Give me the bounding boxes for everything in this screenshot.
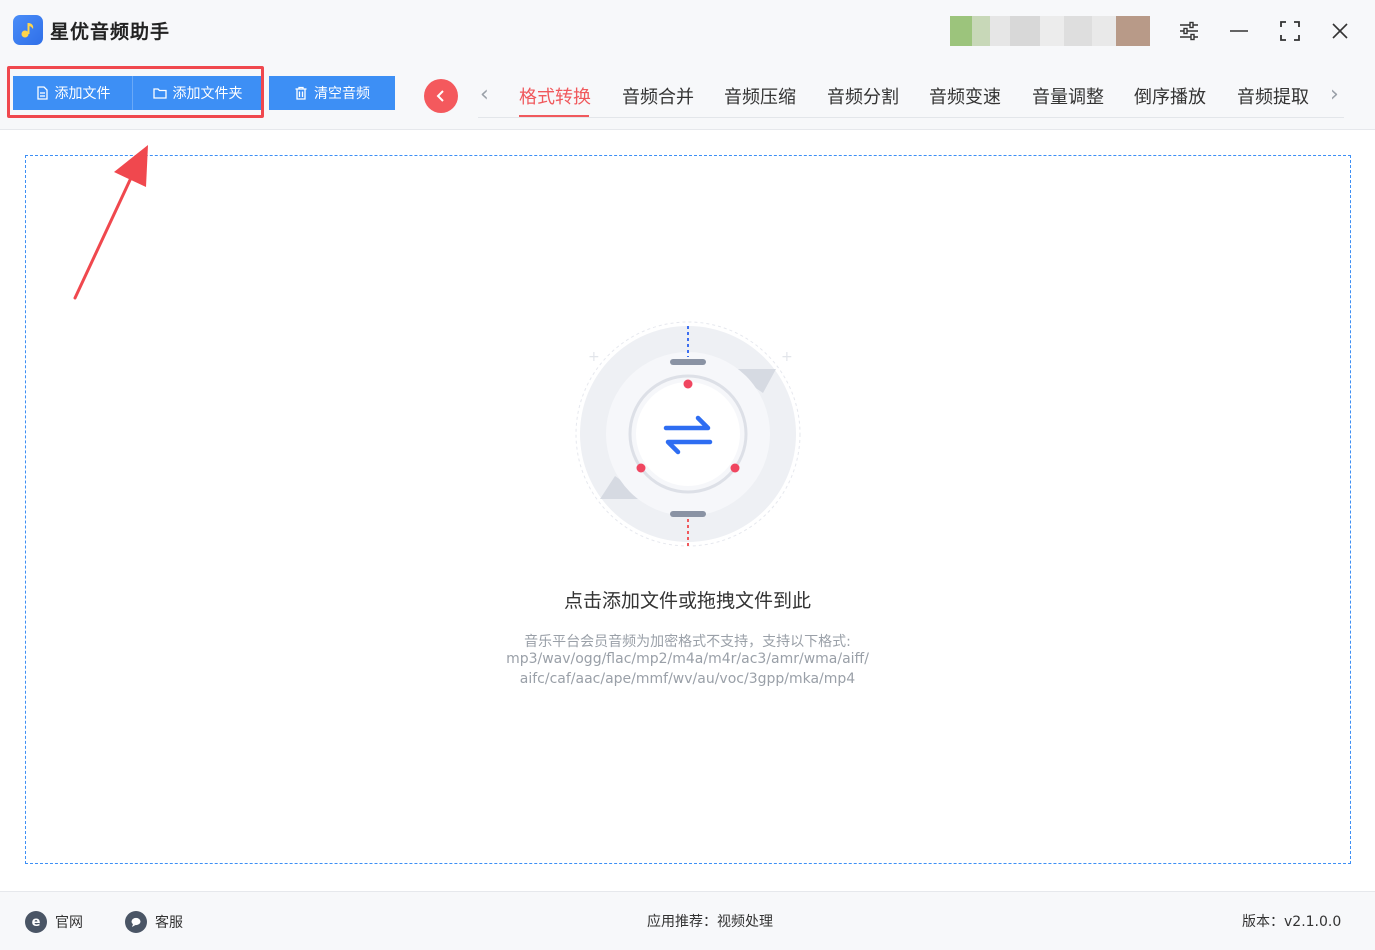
- user-avatar-blurred[interactable]: [950, 16, 1150, 46]
- tab-audio-merge[interactable]: 音频合并: [622, 83, 694, 109]
- settings-sliders-icon[interactable]: [1172, 14, 1206, 48]
- tab-scroll-left-icon[interactable]: ‹: [480, 82, 489, 107]
- app-logo-icon: [13, 15, 43, 45]
- tab-reverse-play[interactable]: 倒序播放: [1134, 83, 1206, 109]
- tab-scroll-right-icon[interactable]: ›: [1330, 82, 1339, 107]
- tab-volume-adjust[interactable]: 音量调整: [1032, 83, 1104, 109]
- tab-audio-extract[interactable]: 音频提取: [1237, 83, 1309, 109]
- support-link[interactable]: 客服: [125, 911, 183, 933]
- footer-bar: e 官网 客服 应用推荐： 视频处理 版本：v2.1.0.0: [0, 891, 1375, 950]
- chat-support-icon: [125, 911, 147, 933]
- supported-format-list-2: aifc/caf/aac/ape/mmf/wv/au/voc/3gpp/mka/…: [519, 671, 856, 687]
- clear-audio-button[interactable]: 清空音频: [269, 76, 395, 110]
- minimize-icon[interactable]: [1222, 14, 1256, 48]
- app-title: 星优音频助手: [50, 21, 171, 43]
- convert-illustration-icon: + +: [575, 321, 801, 547]
- website-label: 官网: [55, 915, 83, 931]
- supported-format-list-1: mp3/wav/ogg/flac/mp2/m4a/m4r/ac3/amr/wma…: [506, 651, 869, 667]
- tab-audio-compress[interactable]: 音频压缩: [724, 83, 796, 109]
- support-label: 客服: [155, 915, 183, 931]
- version-label: 版本：v2.1.0.0: [1242, 914, 1342, 930]
- drop-zone-title: 点击添加文件或拖拽文件到此: [563, 590, 811, 612]
- ie-website-icon: e: [25, 911, 47, 933]
- title-bar: 星优音频助手: [0, 0, 1375, 62]
- svg-text:+: +: [781, 349, 793, 365]
- close-icon[interactable]: [1323, 14, 1357, 48]
- collapse-chevron-left-icon[interactable]: [424, 79, 458, 113]
- highlight-annotation-box: [7, 66, 264, 118]
- maximize-icon[interactable]: [1273, 14, 1307, 48]
- clear-audio-label: 清空音频: [314, 86, 370, 102]
- annotation-arrow-icon: [73, 145, 148, 300]
- svg-text:+: +: [588, 349, 600, 365]
- supported-format-note: 音乐平台会员音频为加密格式不支持，支持以下格式:: [524, 634, 851, 650]
- trash-icon: [295, 86, 307, 100]
- function-tabs: ‹ 格式转换 音频合并 音频压缩 音频分割 音频变速 音量调整 倒序播放 音频提…: [478, 76, 1344, 118]
- version-info: 版本：v2.1.0.0: [1242, 911, 1341, 931]
- tab-audio-split[interactable]: 音频分割: [827, 83, 899, 109]
- tab-audio-speed[interactable]: 音频变速: [929, 83, 1001, 109]
- tab-format-convert[interactable]: 格式转换: [519, 83, 591, 109]
- recommend-video-link[interactable]: 视频处理: [717, 911, 773, 931]
- recommend-label: 应用推荐：: [647, 914, 717, 930]
- main-area: + + 点击添加文件或拖拽文件到此 音乐平台会员音频为加密格式不支持，支持以下格…: [0, 131, 1375, 891]
- app-recommend: 应用推荐： 视频处理: [647, 911, 773, 931]
- active-tab-underline: [519, 115, 589, 117]
- website-link[interactable]: e 官网: [25, 911, 83, 933]
